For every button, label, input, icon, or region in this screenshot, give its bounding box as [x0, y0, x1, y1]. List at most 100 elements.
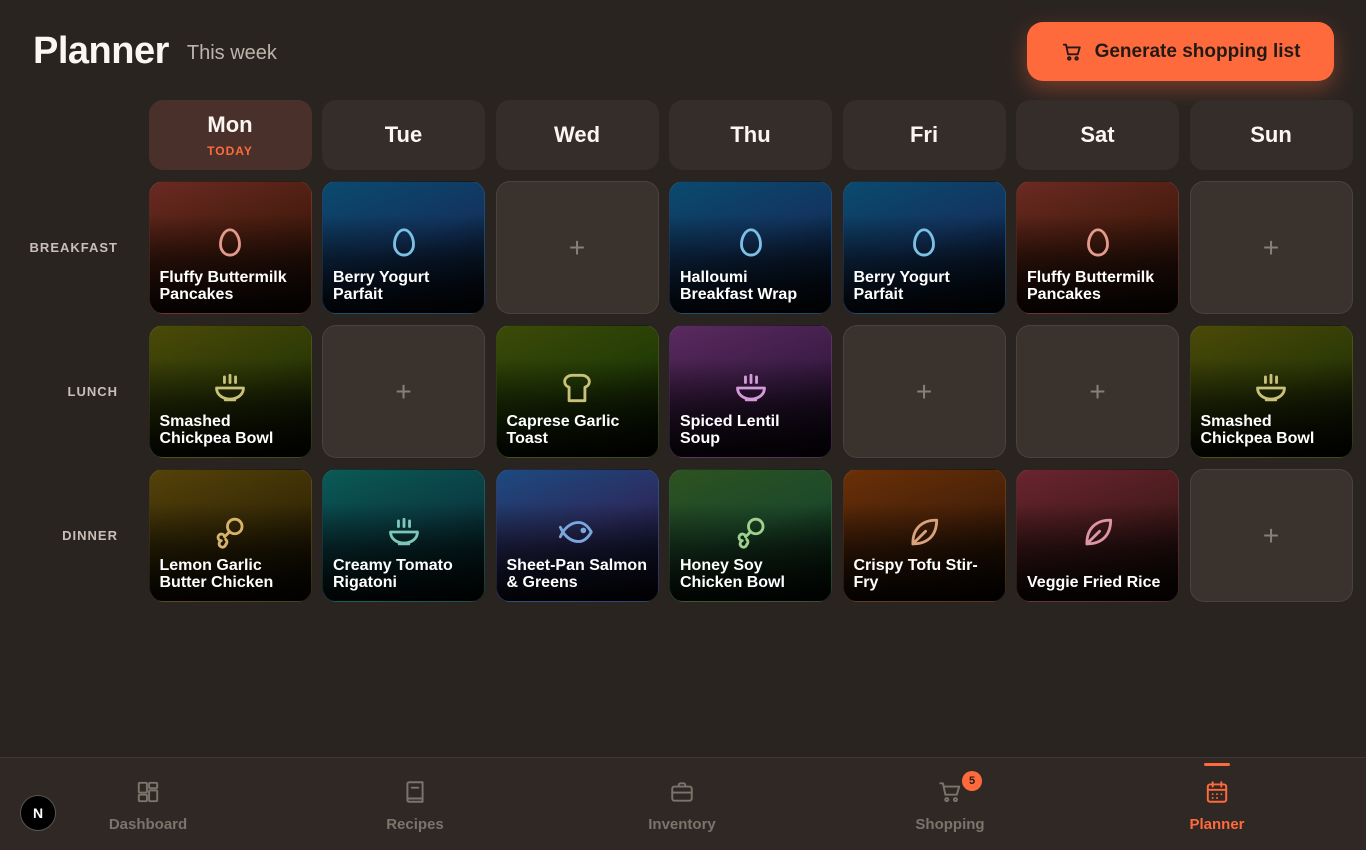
- nav-item-planner[interactable]: Planner: [1147, 758, 1287, 850]
- drumstick-icon: [216, 517, 244, 549]
- meal-name: Sheet-Pan Salmon & Greens: [506, 557, 647, 591]
- day-name: Wed: [553, 122, 601, 147]
- meal-name: Spiced Lentil Soup: [680, 413, 780, 447]
- day-name: Fri: [909, 122, 939, 147]
- fish-icon: [558, 521, 593, 543]
- day-name: Mon: [207, 112, 253, 137]
- plus-icon: +: [1262, 231, 1280, 263]
- meal-name: Halloumi Breakfast Wrap: [680, 269, 798, 303]
- book-icon: [406, 781, 424, 803]
- meal-name: Berry Yogurt Parfait: [333, 269, 430, 303]
- meal-name: Honey Soy Chicken Bowl: [680, 557, 785, 591]
- meal-card-breakfast-sat[interactable]: Fluffy Buttermilk Pancakes: [1016, 181, 1179, 314]
- nav-item-shopping[interactable]: 5 Shopping: [880, 758, 1020, 850]
- nav-item-recipes[interactable]: Recipes: [345, 758, 485, 850]
- meal-grid: Mon TODAY Tue Wed Thu Fri Sat Sun BREAKFAST Fluff…: [0, 100, 1353, 602]
- meal-card-dinner-thu[interactable]: Honey Soy Chicken Bowl: [669, 469, 832, 602]
- day-header-fri: Fri: [842, 100, 1006, 170]
- meal-card-lunch-thu[interactable]: Spiced Lentil Soup: [669, 325, 832, 458]
- add-meal-slot-breakfast-sun[interactable]: +: [1189, 181, 1353, 314]
- plus-icon: +: [1089, 375, 1106, 407]
- day-header-tue: Tue: [322, 100, 485, 170]
- planner-app: Planner This week Generate shopping list…: [0, 0, 1366, 850]
- dev-tools-badge[interactable]: N: [20, 795, 56, 831]
- nav-label: Dashboard: [108, 816, 188, 833]
- add-meal-slot-lunch-fri[interactable]: +: [842, 325, 1006, 458]
- meal-card-lunch-wed[interactable]: Caprese Garlic Toast: [495, 325, 659, 458]
- cart-icon: [939, 782, 961, 803]
- add-meal-slot-lunch-tue[interactable]: +: [322, 325, 485, 458]
- day-header-sun: Sun: [1189, 100, 1353, 170]
- day-header-wed: Wed: [495, 100, 659, 170]
- page-subtitle: This week: [186, 42, 277, 64]
- meal-name: Creamy Tomato Rigatoni: [333, 557, 453, 591]
- dev-tools-badge-label: N: [32, 805, 44, 821]
- meal-name: Crispy Tofu Stir-Fry: [853, 557, 978, 591]
- toast-icon: [563, 373, 591, 403]
- plus-icon: +: [915, 375, 933, 407]
- meal-type-label-dinner: DINNER: [62, 528, 118, 543]
- meal-card-lunch-mon[interactable]: Smashed Chickpea Bowl: [148, 325, 312, 458]
- leaf-icon: [911, 518, 939, 546]
- meal-card-dinner-tue[interactable]: Creamy Tomato Rigatoni: [322, 469, 485, 602]
- meal-name: Smashed Chickpea Bowl: [159, 413, 274, 447]
- day-header-thu: Thu: [669, 100, 832, 170]
- dashboard-icon: [137, 781, 159, 803]
- egg-icon: [1086, 228, 1109, 257]
- meal-card-dinner-fri[interactable]: Crispy Tofu Stir-Fry: [842, 469, 1006, 602]
- day-header-sat: Sat: [1016, 100, 1179, 170]
- meal-card-breakfast-thu[interactable]: Halloumi Breakfast Wrap: [669, 181, 832, 314]
- grid-corner: [0, 100, 138, 170]
- meal-card-lunch-sun[interactable]: Smashed Chickpea Bowl: [1189, 325, 1353, 458]
- plus-icon: +: [395, 375, 412, 407]
- meal-name: Lemon Garlic Butter Chicken: [159, 557, 274, 591]
- nav-label: Shopping: [915, 816, 985, 833]
- bowl-icon: [215, 373, 245, 402]
- day-name: Sat: [1080, 122, 1115, 147]
- meal-name: Fluffy Buttermilk Pancakes: [159, 269, 287, 303]
- plus-icon: +: [1262, 519, 1280, 551]
- bowl-icon: [1256, 373, 1286, 402]
- page-header: Planner This week: [33, 30, 277, 73]
- drumstick-icon: [737, 517, 764, 549]
- egg-icon: [913, 228, 935, 257]
- meal-card-breakfast-tue[interactable]: Berry Yogurt Parfait: [322, 181, 485, 314]
- meal-type-label-lunch: LUNCH: [67, 384, 118, 399]
- egg-icon: [739, 228, 762, 257]
- active-indicator: [1204, 763, 1230, 766]
- generate-shopping-list-label: Generate shopping list: [1094, 40, 1301, 62]
- calendar-icon: [1206, 781, 1228, 803]
- today-badge: TODAY: [207, 144, 253, 158]
- add-meal-slot-breakfast-wed[interactable]: +: [495, 181, 659, 314]
- egg-icon: [219, 228, 241, 257]
- day-name: Thu: [730, 122, 771, 147]
- plus-icon: +: [568, 231, 586, 263]
- nav-item-dashboard[interactable]: Dashboard: [78, 758, 218, 850]
- day-header-mon: Mon TODAY: [148, 100, 312, 170]
- meal-card-dinner-mon[interactable]: Lemon Garlic Butter Chicken: [148, 469, 312, 602]
- nav-label: Planner: [1189, 816, 1245, 833]
- day-name: Tue: [384, 122, 423, 147]
- leaf-icon: [1084, 518, 1112, 546]
- meal-name: Veggie Fried Rice: [1027, 574, 1161, 591]
- meal-card-dinner-wed[interactable]: Sheet-Pan Salmon & Greens: [495, 469, 659, 602]
- add-meal-slot-dinner-sun[interactable]: +: [1189, 469, 1353, 602]
- generate-shopping-list-button[interactable]: Generate shopping list: [1027, 22, 1334, 81]
- bottom-nav: Dashboard Recipes Inventory 5 Shopping Planne…: [0, 757, 1366, 850]
- add-meal-slot-lunch-sat[interactable]: +: [1016, 325, 1179, 458]
- cart-icon: [1062, 43, 1081, 61]
- meal-name: Fluffy Buttermilk Pancakes: [1027, 269, 1155, 303]
- nav-item-inventory[interactable]: Inventory: [612, 758, 752, 850]
- nav-label: Inventory: [648, 816, 716, 833]
- meal-card-breakfast-fri[interactable]: Berry Yogurt Parfait: [842, 181, 1006, 314]
- bowl-icon: [388, 517, 419, 546]
- page-title: Planner: [33, 30, 169, 72]
- meal-card-dinner-sat[interactable]: Veggie Fried Rice: [1016, 469, 1179, 602]
- meal-name: Berry Yogurt Parfait: [853, 269, 950, 303]
- cart-count-badge: 5: [962, 771, 982, 791]
- meal-name: Caprese Garlic Toast: [506, 413, 620, 447]
- bowl-icon: [735, 373, 766, 402]
- meal-card-breakfast-mon[interactable]: Fluffy Buttermilk Pancakes: [148, 181, 312, 314]
- meal-name: Smashed Chickpea Bowl: [1200, 413, 1315, 447]
- briefcase-icon: [671, 782, 693, 802]
